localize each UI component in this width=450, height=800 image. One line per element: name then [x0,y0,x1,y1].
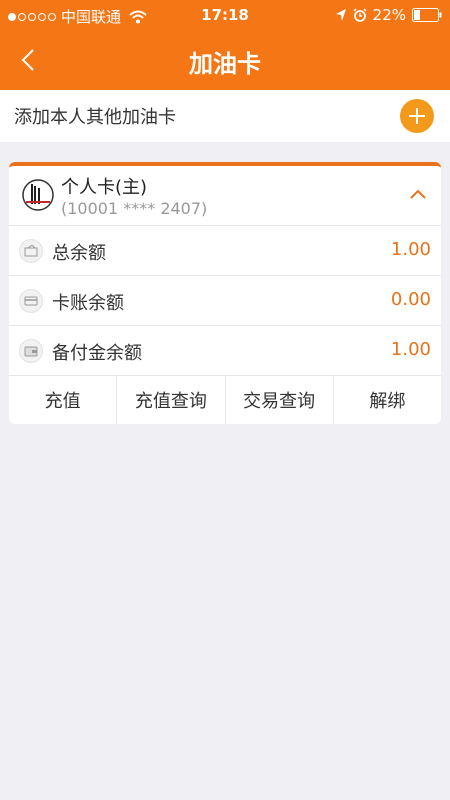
battery-icon [412,8,442,22]
row-label: 卡账余额 [52,293,124,314]
page-title: 加油卡 [189,50,261,78]
wallet-icon [19,339,43,363]
unbind-button[interactable]: 解绑 [334,376,441,424]
nav-bar: 加油卡 [0,30,450,90]
reserve-balance-row: 备付金余额 1.00 [9,326,441,376]
add-card-button[interactable] [400,99,434,133]
row-label: 备付金余额 [52,343,142,364]
chevron-up-icon[interactable] [409,188,427,200]
card-account-balance-row: 卡账余额 0.00 [9,276,441,326]
app-header: 中国联通 17:18 22% 加油卡 [0,0,450,90]
status-bar: 中国联通 17:18 22% [0,0,450,30]
transaction-history-button[interactable]: 交易查询 [226,376,334,424]
row-label: 总余额 [52,243,106,264]
row-value: 1.00 [390,339,431,360]
add-card-label: 添加本人其他加油卡 [14,107,176,128]
recharge-history-button[interactable]: 充值查询 [117,376,226,424]
card-action-bar: 充值 充值查询 交易查询 解绑 [9,376,441,424]
add-card-row[interactable]: 添加本人其他加油卡 [0,90,450,142]
card-number: (10001 **** 2407) [61,199,208,218]
plus-icon [409,108,425,124]
row-value: 0.00 [390,289,431,310]
recharge-button[interactable]: 充值 [9,376,118,424]
fuel-card: 个人卡(主) (10001 **** 2407) 总余额 1.00 卡账余额 0… [9,162,441,424]
card-header[interactable]: 个人卡(主) (10001 **** 2407) [9,166,441,226]
alarm-clock-icon [353,8,367,22]
battery-percent: 22% [372,6,406,24]
balance-icon [19,239,43,263]
card-name: 个人卡(主) [61,177,148,198]
status-right: 22% [335,6,442,24]
card-account-icon [19,289,43,313]
sinopec-logo-icon [22,179,54,211]
location-arrow-icon [335,9,346,21]
row-value: 1.00 [390,239,431,260]
total-balance-row: 总余额 1.00 [9,226,441,276]
